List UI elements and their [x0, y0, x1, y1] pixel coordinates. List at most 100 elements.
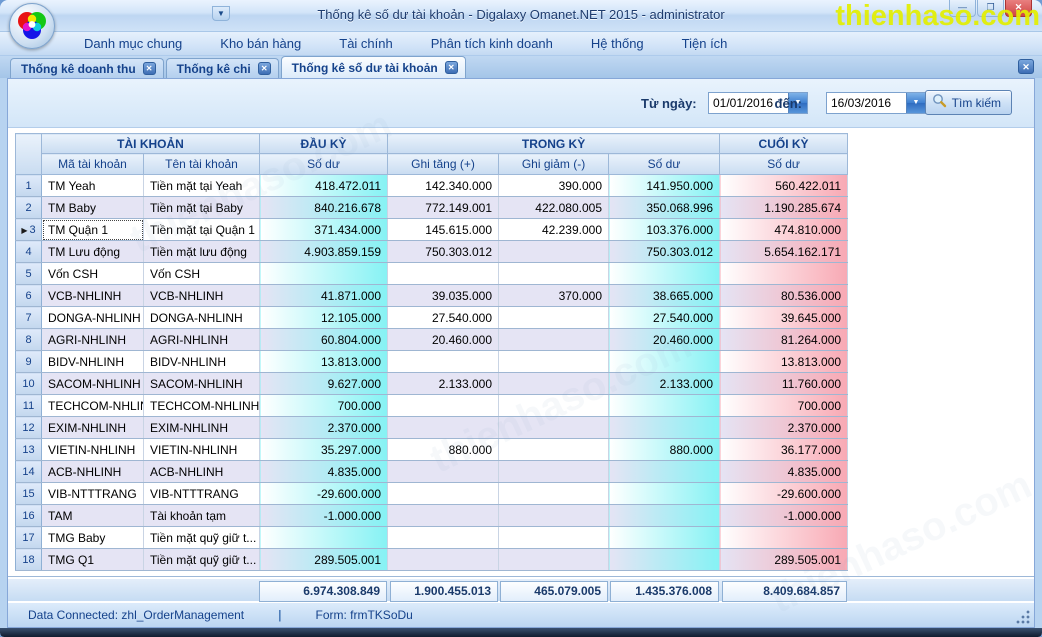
row-header-cell[interactable]: 15 — [16, 483, 42, 505]
cell-opening[interactable]: 41.871.000 — [260, 285, 388, 307]
table-row[interactable]: 6VCB-NHLINHVCB-NHLINH41.871.00039.035.00… — [16, 285, 848, 307]
cell-closing[interactable]: 289.505.001 — [720, 549, 848, 571]
column-header-opening-balance[interactable]: Số dư — [260, 154, 388, 175]
cell-opening[interactable]: 9.627.000 — [260, 373, 388, 395]
cell-decrease[interactable] — [499, 549, 609, 571]
cell-code[interactable]: TM Quận 1 — [42, 219, 144, 241]
cell-period[interactable]: 2.133.000 — [609, 373, 720, 395]
cell-closing[interactable]: -29.600.000 — [720, 483, 848, 505]
row-header-cell[interactable]: 13 — [16, 439, 42, 461]
cell-opening[interactable]: 35.297.000 — [260, 439, 388, 461]
cell-period[interactable] — [609, 351, 720, 373]
cell-opening[interactable]: 371.434.000 — [260, 219, 388, 241]
cell-increase[interactable]: 20.460.000 — [388, 329, 499, 351]
cell-increase[interactable]: 750.303.012 — [388, 241, 499, 263]
row-header-cell[interactable]: 4 — [16, 241, 42, 263]
cell-closing[interactable]: -1.000.000 — [720, 505, 848, 527]
cell-increase[interactable]: 145.615.000 — [388, 219, 499, 241]
cell-closing[interactable]: 39.645.000 — [720, 307, 848, 329]
cell-code[interactable]: TMG Baby — [42, 527, 144, 549]
cell-decrease[interactable] — [499, 351, 609, 373]
cell-closing[interactable]: 13.813.000 — [720, 351, 848, 373]
cell-increase[interactable] — [388, 505, 499, 527]
close-tab-icon[interactable]: ✕ — [143, 62, 156, 75]
cell-opening[interactable]: 12.105.000 — [260, 307, 388, 329]
cell-closing[interactable]: 2.370.000 — [720, 417, 848, 439]
cell-decrease[interactable]: 42.239.000 — [499, 219, 609, 241]
group-header-period[interactable]: TRONG KỲ — [388, 134, 720, 154]
cell-decrease[interactable] — [499, 263, 609, 285]
cell-decrease[interactable] — [499, 241, 609, 263]
cell-decrease[interactable] — [499, 395, 609, 417]
cell-period[interactable] — [609, 527, 720, 549]
table-row[interactable]: 16TAMTài khoản tạm-1.000.000-1.000.000 — [16, 505, 848, 527]
cell-decrease[interactable]: 422.080.005 — [499, 197, 609, 219]
cell-period[interactable] — [609, 263, 720, 285]
cell-opening[interactable]: 840.216.678 — [260, 197, 388, 219]
cell-closing[interactable] — [720, 263, 848, 285]
cell-code[interactable]: DONGA-NHLINH — [42, 307, 144, 329]
group-header-closing[interactable]: CUỐI KỲ — [720, 134, 848, 154]
table-row[interactable]: 17TMG BabyTiền mặt quỹ giữ t... — [16, 527, 848, 549]
cell-closing[interactable]: 474.810.000 — [720, 219, 848, 241]
cell-opening[interactable]: 13.813.000 — [260, 351, 388, 373]
cell-period[interactable]: 141.950.000 — [609, 175, 720, 197]
table-row[interactable]: 8AGRI-NHLINHAGRI-NHLINH60.804.00020.460.… — [16, 329, 848, 351]
cell-closing[interactable]: 700.000 — [720, 395, 848, 417]
cell-closing[interactable]: 80.536.000 — [720, 285, 848, 307]
cell-decrease[interactable] — [499, 439, 609, 461]
cell-name[interactable]: VIETIN-NHLINH — [144, 439, 260, 461]
to-date-input[interactable] — [827, 93, 906, 113]
cell-increase[interactable] — [388, 351, 499, 373]
cell-name[interactable]: Tiền mặt tại Quận 1 — [144, 219, 260, 241]
cell-decrease[interactable]: 390.000 — [499, 175, 609, 197]
resize-grip[interactable] — [1016, 610, 1030, 624]
cell-increase[interactable]: 39.035.000 — [388, 285, 499, 307]
cell-period[interactable]: 20.460.000 — [609, 329, 720, 351]
table-row[interactable]: 10SACOM-NHLINHSACOM-NHLINH9.627.0002.133… — [16, 373, 848, 395]
cell-opening[interactable]: 700.000 — [260, 395, 388, 417]
cell-code[interactable]: Vốn CSH — [42, 263, 144, 285]
row-header-cell[interactable]: 6 — [16, 285, 42, 307]
column-header-period-balance[interactable]: Số dư — [609, 154, 720, 175]
cell-period[interactable] — [609, 461, 720, 483]
group-header-account[interactable]: TÀI KHOẢN — [42, 134, 260, 154]
cell-code[interactable]: VCB-NHLINH — [42, 285, 144, 307]
menu-item-5[interactable]: Tiện ích — [682, 36, 728, 51]
cell-decrease[interactable] — [499, 373, 609, 395]
cell-closing[interactable] — [720, 527, 848, 549]
table-row[interactable]: 14ACB-NHLINHACB-NHLINH4.835.0004.835.000 — [16, 461, 848, 483]
cell-increase[interactable] — [388, 527, 499, 549]
cell-increase[interactable] — [388, 263, 499, 285]
cell-code[interactable]: VIB-NTTTRANG — [42, 483, 144, 505]
cell-period[interactable]: 350.068.996 — [609, 197, 720, 219]
cell-name[interactable]: TECHCOM-NHLINH — [144, 395, 260, 417]
row-header-cell[interactable]: 1 — [16, 175, 42, 197]
column-header-decrease[interactable]: Ghi giảm (-) — [499, 154, 609, 175]
row-header-cell[interactable]: 16 — [16, 505, 42, 527]
row-header-cell[interactable]: 14 — [16, 461, 42, 483]
cell-increase[interactable]: 880.000 — [388, 439, 499, 461]
cell-name[interactable]: DONGA-NHLINH — [144, 307, 260, 329]
cell-name[interactable]: SACOM-NHLINH — [144, 373, 260, 395]
row-header-cell[interactable]: 10 — [16, 373, 42, 395]
table-row[interactable]: 9BIDV-NHLINHBIDV-NHLINH13.813.00013.813.… — [16, 351, 848, 373]
cell-closing[interactable]: 4.835.000 — [720, 461, 848, 483]
row-header-cell[interactable]: 17 — [16, 527, 42, 549]
cell-increase[interactable]: 2.133.000 — [388, 373, 499, 395]
search-button[interactable]: Tìm kiếm — [925, 90, 1012, 115]
cell-opening[interactable]: 289.505.001 — [260, 549, 388, 571]
to-date-picker[interactable]: ▼ — [826, 92, 926, 114]
cell-code[interactable]: TMG Q1 — [42, 549, 144, 571]
row-header-cell[interactable]: 7 — [16, 307, 42, 329]
cell-code[interactable]: SACOM-NHLINH — [42, 373, 144, 395]
table-row[interactable]: 18TMG Q1Tiền mặt quỹ giữ t...289.505.001… — [16, 549, 848, 571]
cell-opening[interactable]: -29.600.000 — [260, 483, 388, 505]
cell-closing[interactable]: 5.654.162.171 — [720, 241, 848, 263]
menu-item-4[interactable]: Hệ thống — [591, 36, 644, 51]
cell-decrease[interactable] — [499, 307, 609, 329]
table-row[interactable]: 2TM BabyTiền mặt tại Baby840.216.678772.… — [16, 197, 848, 219]
cell-name[interactable]: Tài khoản tạm — [144, 505, 260, 527]
tab-2[interactable]: Thống kê số dư tài khoản✕ — [281, 56, 466, 78]
cell-period[interactable] — [609, 483, 720, 505]
